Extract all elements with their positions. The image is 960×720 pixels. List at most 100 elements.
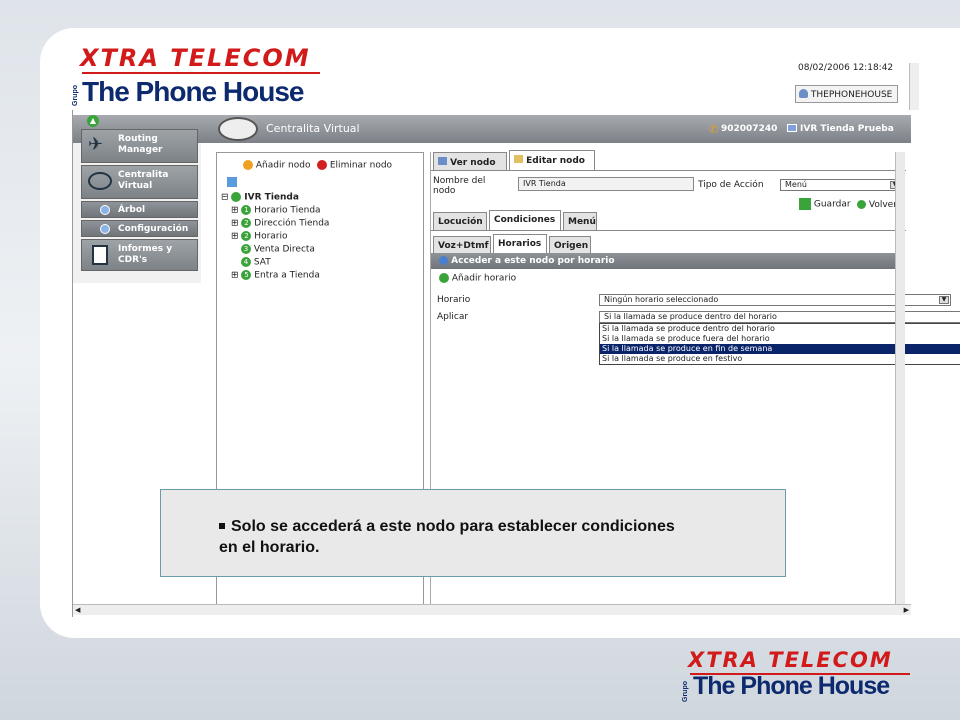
- action-type-label: Tipo de Acción: [698, 180, 764, 190]
- expander-icon: ⊞: [231, 218, 239, 229]
- user-icon: [799, 89, 808, 98]
- topbar-title: Centralita Virtual: [266, 122, 360, 135]
- dropdown-option[interactable]: Si la llamada se produce dentro del hora…: [600, 324, 960, 334]
- scroll-left-icon[interactable]: ◀: [75, 606, 80, 614]
- grupo-label-bottom: Grupo: [682, 681, 689, 702]
- informes-icon: [92, 245, 108, 265]
- collapse-up-icon[interactable]: ▲: [87, 115, 99, 127]
- top-bar: Centralita Virtual ✆ 902007240 IVR Tiend…: [73, 115, 911, 143]
- action-type-value: Menú: [785, 180, 807, 189]
- nav-arbol[interactable]: Árbol: [81, 201, 198, 218]
- xtra-telecom-logo-bottom: XTRA TELECOM: [688, 648, 893, 672]
- delete-node-button[interactable]: Eliminar nodo: [317, 160, 392, 171]
- phone-house-logo: The Phone House: [82, 76, 304, 107]
- caption-line-2: en el horario.: [219, 539, 320, 556]
- centralita-icon: [88, 172, 112, 190]
- tab-origen-label: Origen: [554, 241, 589, 251]
- horario-label: Horario: [437, 295, 471, 305]
- save-button[interactable]: Guardar: [799, 198, 851, 210]
- datetime: 08/02/2006 12:18:42: [798, 63, 894, 73]
- tab-locucion[interactable]: Locución: [433, 212, 487, 230]
- nav-informes[interactable]: Informes y CDR's: [81, 239, 198, 271]
- configuracion-icon: [100, 224, 110, 234]
- nav-centralita-virtual[interactable]: Centralita Virtual: [81, 165, 198, 199]
- subtab-separator: [431, 230, 906, 231]
- expander-icon: ⊞: [231, 205, 239, 216]
- tree-root[interactable]: ⊟ IVR Tienda: [221, 192, 299, 203]
- centralita-logo-icon: [218, 117, 258, 141]
- nav-configuracion[interactable]: Configuración: [81, 220, 198, 237]
- bullet-icon: [219, 523, 225, 529]
- tab-ver-nodo-label: Ver nodo: [450, 158, 496, 168]
- tab-condiciones-label: Condiciones: [494, 215, 556, 225]
- left-nav: ▲ ✈ Routing Manager Centralita Virtual Á…: [73, 115, 201, 283]
- nav-routing-label: Routing Manager: [118, 134, 163, 155]
- tree-item-label: Venta Directa: [253, 244, 315, 255]
- caption-box: Solo se accederá a este nodo para establ…: [160, 489, 786, 577]
- delete-node-icon: [317, 160, 327, 170]
- nav-arbol-label: Árbol: [118, 205, 146, 215]
- nav-centralita-label: Centralita Virtual: [118, 170, 169, 191]
- tab-horarios-label: Horarios: [498, 239, 542, 249]
- ivr-icon: [787, 124, 797, 132]
- caption-text: Solo se accederá a este nodo para establ…: [219, 516, 675, 558]
- save-label: Guardar: [813, 199, 851, 210]
- tab-horarios[interactable]: Horarios: [493, 234, 547, 254]
- dropdown-option-selected[interactable]: Si la llamada se produce en fin de seman…: [600, 344, 960, 354]
- tree-item[interactable]: ⊞ 1 Horario Tienda: [231, 205, 321, 216]
- arbol-icon: [100, 205, 110, 215]
- chevron-down-icon: ▼: [939, 296, 949, 304]
- tree-item-label: Dirección Tienda: [254, 218, 330, 229]
- back-arrow-icon: [857, 200, 866, 209]
- info-icon: [439, 256, 448, 265]
- user-button[interactable]: THEPHONEHOUSE: [795, 85, 898, 103]
- tab-separator: [431, 170, 906, 171]
- add-node-button[interactable]: Añadir nodo: [243, 160, 310, 171]
- view-icon: [438, 157, 447, 165]
- back-button[interactable]: Volver: [857, 200, 897, 210]
- action-type-select[interactable]: Menú ▼: [780, 179, 902, 191]
- section-title: Acceder a este nodo por horario: [451, 256, 615, 266]
- add-schedule-label: Añadir horario: [451, 273, 517, 284]
- routing-icon: ✈: [88, 134, 104, 155]
- expander-icon: ⊞: [231, 270, 239, 281]
- node-name-input[interactable]: IVR Tienda: [518, 177, 694, 191]
- tree-item[interactable]: 3 Venta Directa: [241, 244, 315, 255]
- nav-routing-manager[interactable]: ✈ Routing Manager: [81, 129, 198, 163]
- tab-editar-nodo-label: Editar nodo: [526, 156, 585, 166]
- topbar-phone: 902007240: [721, 124, 778, 134]
- horario-value: Ningún horario seleccionado: [604, 295, 719, 304]
- add-node-label: Añadir nodo: [255, 160, 311, 171]
- dropdown-option[interactable]: Si la llamada se produce en festivo: [600, 354, 960, 364]
- tab-ver-nodo[interactable]: Ver nodo: [433, 152, 507, 170]
- tab-locucion-label: Locución: [438, 217, 483, 227]
- tree-item[interactable]: 4 SAT: [241, 257, 271, 268]
- tree-item-label: Horario: [254, 231, 288, 242]
- node-number-icon: 2: [241, 218, 252, 228]
- add-node-icon: [243, 160, 253, 170]
- tab-menu[interactable]: Menú: [563, 212, 597, 230]
- tab-condiciones[interactable]: Condiciones: [489, 210, 561, 230]
- user-button-label: THEPHONEHOUSE: [810, 90, 893, 100]
- aplicar-select[interactable]: Si la llamada se produce dentro del hora…: [599, 311, 960, 323]
- aplicar-label: Aplicar: [437, 312, 469, 322]
- add-schedule-button[interactable]: Añadir horario: [439, 273, 516, 284]
- horizontal-scrollbar[interactable]: ◀ ▶: [73, 604, 911, 615]
- tree-item-label: Entra a Tienda: [254, 270, 320, 281]
- grupo-label: Grupo: [72, 85, 79, 106]
- node-number-icon: 1: [241, 205, 252, 215]
- tree-item[interactable]: ⊞ 5 Entra a Tienda: [231, 270, 320, 281]
- editor-scrollbar[interactable]: [895, 152, 905, 607]
- scroll-right-icon[interactable]: ▶: [904, 606, 909, 614]
- tab-voz-dtmf[interactable]: Voz+Dtmf: [433, 236, 491, 254]
- aplicar-value: Si la llamada se produce dentro del hora…: [604, 312, 777, 321]
- add-icon: [439, 273, 449, 283]
- tree-item-label: Horario Tienda: [254, 205, 321, 216]
- tree-item[interactable]: ⊞ 2 Dirección Tienda: [231, 218, 329, 229]
- tab-origen[interactable]: Origen: [549, 236, 591, 254]
- tab-editar-nodo[interactable]: Editar nodo: [509, 150, 595, 170]
- dropdown-option[interactable]: Si la llamada se produce fuera del horar…: [600, 334, 960, 344]
- nav-configuracion-label: Configuración: [118, 224, 189, 234]
- tree-item[interactable]: ⊞ 2 Horario: [231, 231, 288, 242]
- nav-informes-label: Informes y CDR's: [118, 244, 173, 265]
